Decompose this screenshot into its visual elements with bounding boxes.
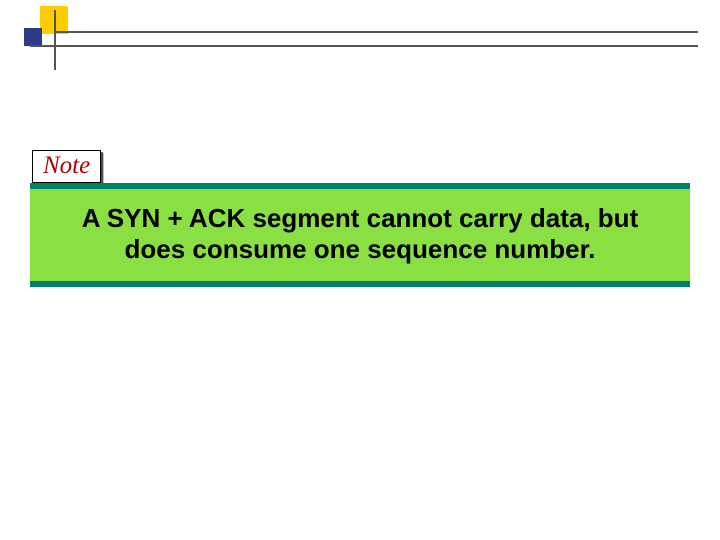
note-label: Note [32,150,101,183]
callout: A SYN + ACK segment cannot carry data, b… [30,183,690,287]
corner-rule-bottom [30,45,698,47]
callout-text: A SYN + ACK segment cannot carry data, b… [30,189,690,281]
corner-rule-top [54,31,698,33]
corner-rule-vertical [54,10,56,70]
callout-bottom-bar [30,281,690,287]
corner-square-blue [24,28,42,46]
slide-canvas: Note A SYN + ACK segment cannot carry da… [0,0,720,540]
